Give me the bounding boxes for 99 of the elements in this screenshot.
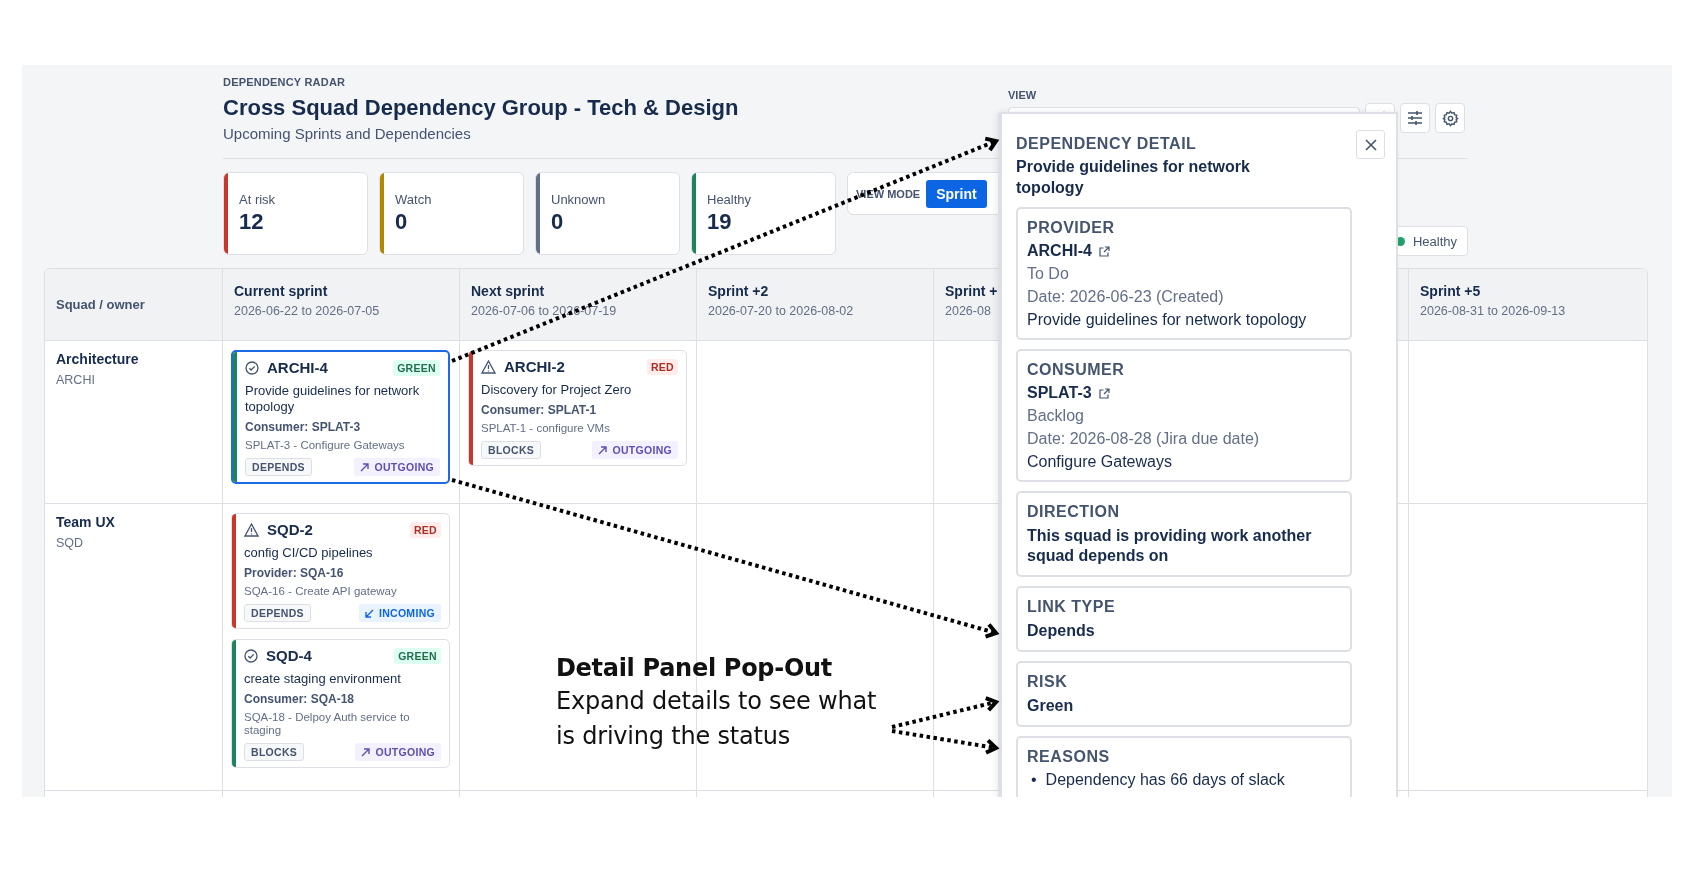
stat-value: 12 — [239, 209, 265, 235]
counterpart-summary: SQA-18 - Delpoy Auth service to staging — [244, 711, 411, 737]
link-type-tag: BLOCKS — [481, 441, 542, 459]
settings-icon — [1441, 109, 1459, 127]
arrow-up-right-icon — [598, 445, 608, 455]
sprint-dates: 2026-07-20 to 2026-08-02 — [708, 304, 854, 318]
card-summary: Provide guidelines for network topology — [245, 383, 421, 415]
sprint-dates: 2026-08-31 to 2026-09-13 — [1420, 304, 1566, 318]
arrow-down-left-icon — [364, 608, 374, 618]
direction-tag: INCOMING — [358, 604, 441, 622]
warning-icon — [244, 522, 259, 537]
issue-status: To Do — [1027, 265, 1070, 283]
eyebrow-label: DEPENDENCY RADAR — [223, 76, 347, 88]
issue-date: Date: 2026-06-23 (Created) — [1027, 288, 1225, 306]
section-label: REASONS — [1027, 748, 1111, 766]
link-type-tag: DEPENDS — [244, 604, 311, 622]
panel-title: Provide guidelines for network topology — [1016, 157, 1251, 198]
check-circle-icon — [245, 360, 259, 375]
counterpart-summary: SQA-16 - Create API gateway — [244, 585, 398, 598]
view-label: VIEW — [1008, 89, 1038, 101]
link-type-tag: DEPENDS — [245, 458, 312, 476]
dependency-card[interactable]: ARCHI-4 GREEN Provide guidelines for network topology Consumer: SPLAT-3 SPLAT-3 - Configure Gateways DEPENDS OUTGOING — [231, 350, 450, 484]
section-label: CONSUMER — [1027, 361, 1126, 379]
section-label: DIRECTION — [1027, 503, 1121, 521]
annotation-text: Expand details to see what is driving the status — [556, 686, 877, 752]
issue-summary: Configure Gateways — [1027, 453, 1173, 471]
column-header: Sprint + — [945, 283, 998, 299]
sprint-dates: 2026-08 — [945, 304, 991, 318]
issue-key: ARCHI-4 — [267, 359, 328, 376]
arrow-up-right-icon — [360, 462, 370, 472]
column-header: Squad / owner — [56, 297, 145, 312]
annotation-title: Detail Panel Pop-Out — [556, 654, 833, 682]
counterpart-label: Consumer: SPLAT-1 — [481, 403, 598, 417]
reason-item: Dependency has 66 days of slack — [1045, 771, 1285, 789]
section-value: Depends — [1027, 621, 1096, 641]
squad-name: Architecture — [56, 351, 140, 367]
dependency-card[interactable]: SQD-2 RED config CI/CD pipelines Provider: SQA-16 SQA-16 - Create API gateway DEPENDS INCOMING — [231, 513, 450, 629]
panel-heading: DEPENDENCY DETAIL — [1016, 135, 1197, 154]
issue-date: Date: 2026-08-28 (Jira due date) — [1027, 430, 1261, 448]
direction-tag: OUTGOING — [355, 743, 441, 761]
sprint-toggle[interactable]: Sprint — [926, 179, 987, 208]
warning-icon — [481, 359, 496, 374]
section-value: This squad is providing work another squad depends on — [1027, 526, 1313, 566]
sliders-icon — [1407, 110, 1423, 126]
counterpart-label: Consumer: SPLAT-3 — [245, 420, 362, 434]
status-badge: GREEN — [394, 647, 441, 664]
issue-link[interactable]: SPLAT-3 — [1027, 384, 1092, 402]
squad-name: Team UX — [56, 514, 116, 530]
issue-status: Backlog — [1027, 407, 1085, 425]
status-badge: RED — [646, 358, 678, 375]
counterpart-summary: SPLAT-1 - configure VMs — [481, 422, 611, 435]
column-header: Sprint +2 — [708, 283, 769, 299]
issue-key: ARCHI-2 — [504, 358, 565, 375]
card-summary: Discovery for Project Zero — [481, 382, 633, 398]
card-summary: config CI/CD pipelines — [244, 545, 374, 561]
section-label: LINK TYPE — [1027, 598, 1117, 616]
external-link-icon — [1098, 387, 1110, 399]
issue-key: SQD-2 — [267, 521, 313, 538]
direction-tag: OUTGOING — [592, 441, 678, 459]
column-header: Current sprint — [234, 283, 328, 299]
sprint-dates: 2026-06-22 to 2026-07-05 — [234, 304, 380, 318]
check-circle-icon — [244, 648, 258, 663]
card-summary: create staging environment — [244, 671, 402, 687]
close-button[interactable] — [1356, 130, 1385, 159]
bullet: • — [1031, 771, 1037, 789]
counterpart-label: Provider: SQA-16 — [244, 566, 345, 580]
status-badge: GREEN — [393, 359, 440, 376]
stat-label: Healthy — [707, 192, 752, 207]
column-header: Sprint +5 — [1420, 283, 1481, 299]
link-type-tag: BLOCKS — [244, 743, 305, 761]
section-label: RISK — [1027, 673, 1069, 691]
settings-button[interactable] — [1435, 103, 1465, 133]
dependency-card[interactable]: ARCHI-2 RED Discovery for Project Zero Consumer: SPLAT-1 SPLAT-1 - configure VMs BLOCKS OUTGOING — [468, 350, 687, 466]
issue-key: SQD-4 — [266, 647, 312, 664]
counterpart-label: Consumer: SQA-18 — [244, 692, 356, 706]
stat-value: 19 — [707, 209, 733, 235]
squad-key: ARCHI — [56, 373, 211, 387]
counterpart-summary: SPLAT-3 - Configure Gateways — [245, 439, 406, 452]
section-value: Green — [1027, 696, 1075, 716]
filter-button[interactable] — [1400, 103, 1430, 133]
legend-label: Healthy — [1412, 233, 1457, 249]
arrow-up-right-icon — [361, 747, 371, 757]
stat-label: Unknown — [551, 192, 606, 207]
close-icon — [1364, 138, 1377, 151]
issue-link[interactable]: ARCHI-4 — [1027, 242, 1092, 260]
page-subtitle: Upcoming Sprints and Dependencies — [223, 125, 472, 142]
stat-label: At risk — [239, 192, 276, 207]
section-label: PROVIDER — [1027, 219, 1116, 237]
stat-value: 0 — [395, 209, 409, 235]
squad-key: SQD — [56, 536, 211, 550]
external-link-icon — [1098, 245, 1110, 257]
status-badge: RED — [409, 521, 441, 538]
stat-label: Watch — [395, 192, 432, 207]
dependency-card[interactable]: SQD-4 GREEN create staging environment Consumer: SQA-18 SQA-18 - Delpoy Auth service to staging BLOCKS OUTGOING — [231, 639, 450, 768]
stat-value: 0 — [551, 209, 565, 235]
direction-tag: OUTGOING — [354, 458, 440, 476]
page-title: Cross Squad Dependency Group - Tech & Design — [223, 95, 739, 121]
column-header: Next sprint — [471, 283, 545, 299]
issue-summary: Provide guidelines for network topology — [1027, 311, 1308, 329]
